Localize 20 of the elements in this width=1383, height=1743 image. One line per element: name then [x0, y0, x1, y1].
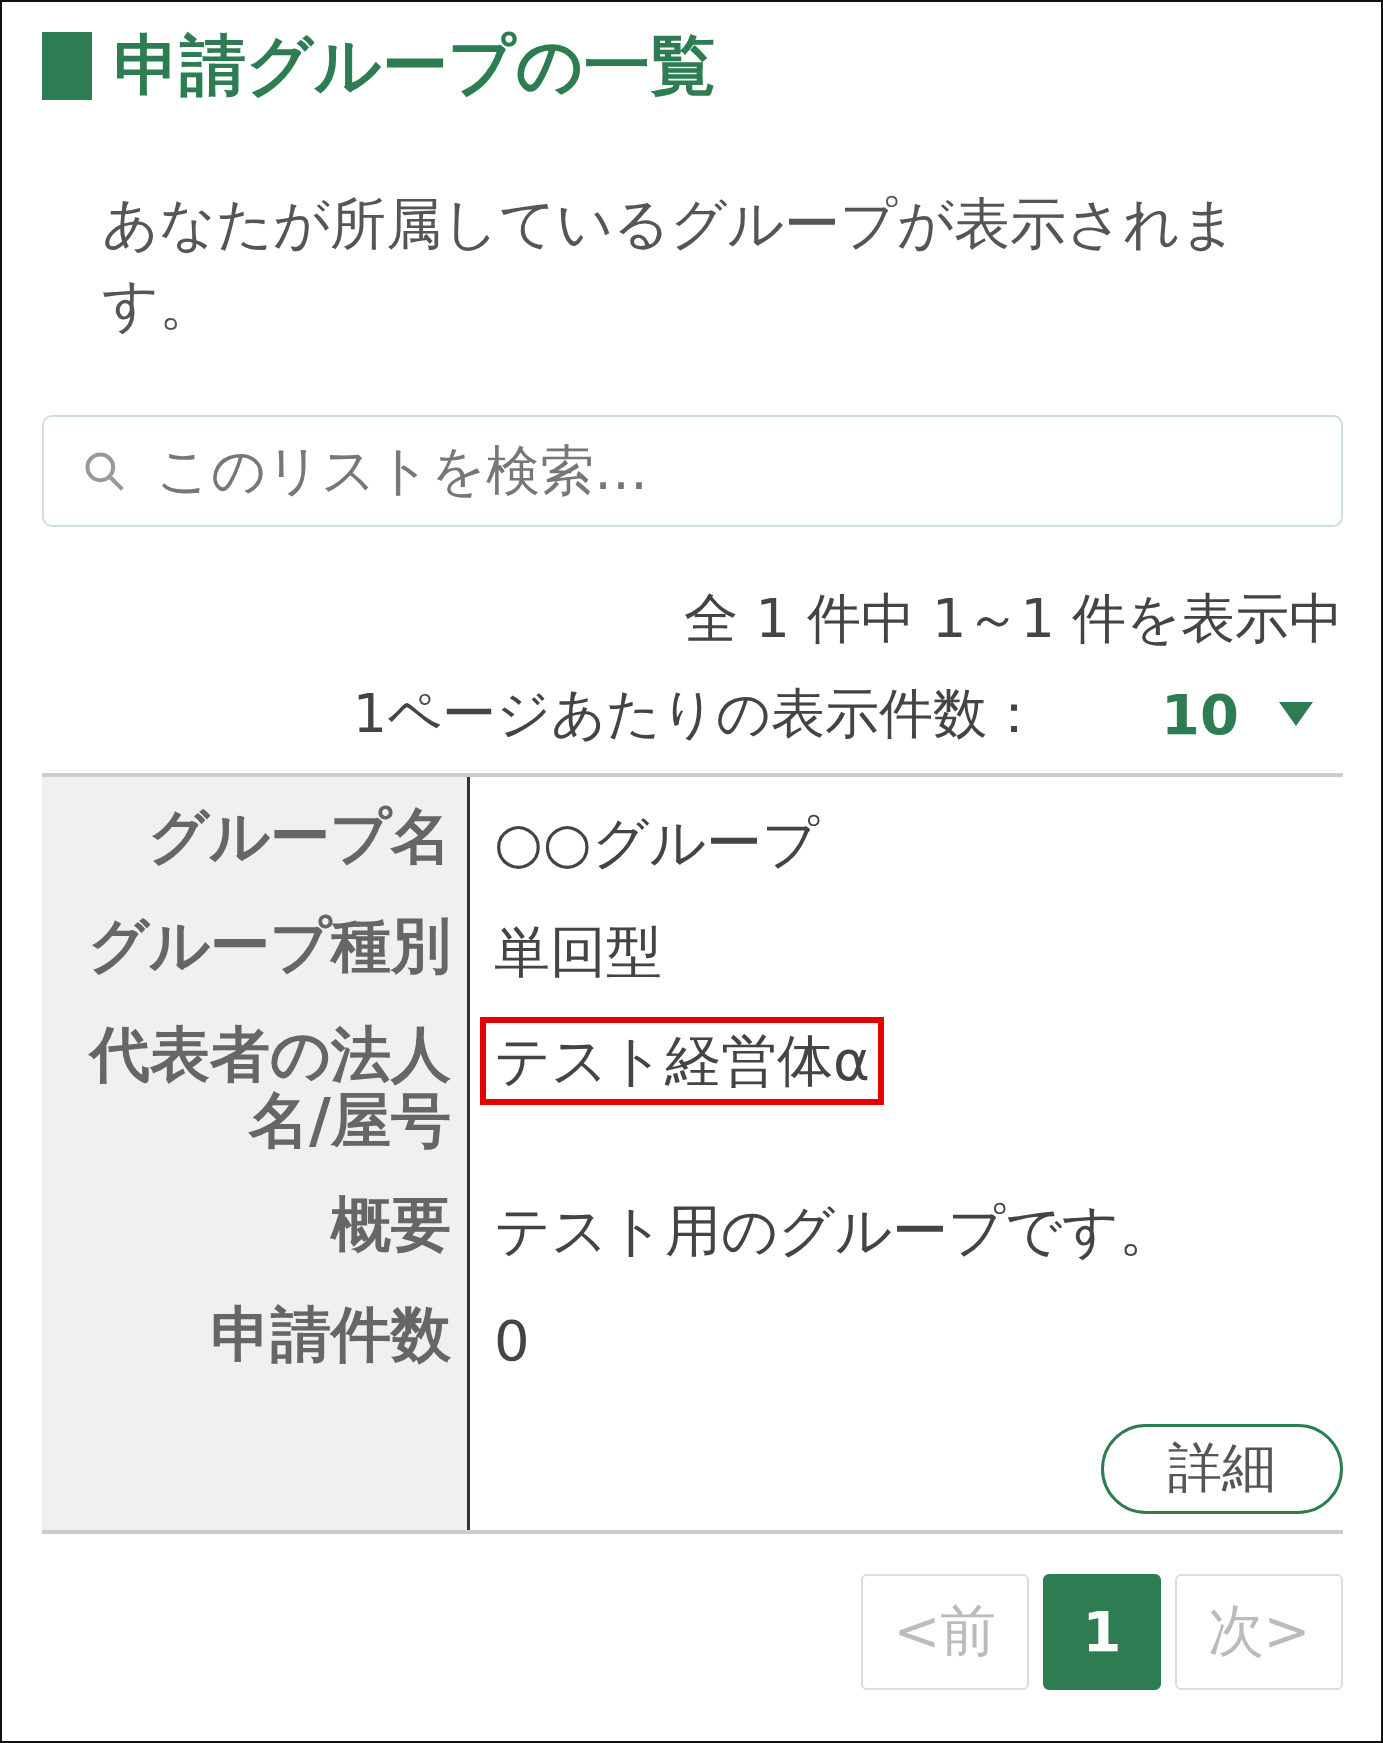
search-field[interactable]: このリストを検索… — [42, 414, 1343, 527]
field-value: 0 — [493, 1306, 531, 1375]
page-title: 申請グループの一覧 — [114, 30, 716, 103]
per-page-select[interactable]: 10 — [1161, 681, 1313, 747]
description-text: あなたが所属しているグループが表示されます。 — [102, 189, 1238, 339]
title-bar-icon — [42, 32, 92, 101]
field-label: グループ種別 — [42, 886, 470, 996]
caret-icon — [1279, 702, 1313, 727]
per-page-label: 1ページあたりの表示件数： — [352, 680, 1042, 747]
field-label: 申請件数 — [42, 1274, 470, 1384]
field-value: 単回型 — [493, 918, 663, 987]
field-label: グループ名 — [42, 776, 470, 887]
result-count: 全 1 件中 1～1 件を表示中 — [683, 585, 1343, 652]
page-button[interactable]: 1 — [1043, 1573, 1161, 1690]
field-label: 概要 — [42, 1165, 470, 1275]
highlighted-value: テスト経営体α — [480, 1017, 884, 1105]
field-value: テスト用のグループです。 — [493, 1197, 1176, 1266]
detail-button[interactable]: 詳細 — [1101, 1423, 1343, 1514]
field-value: ○○グループ — [493, 808, 821, 877]
field-label: 代表者の法人名/屋号 — [42, 995, 470, 1166]
